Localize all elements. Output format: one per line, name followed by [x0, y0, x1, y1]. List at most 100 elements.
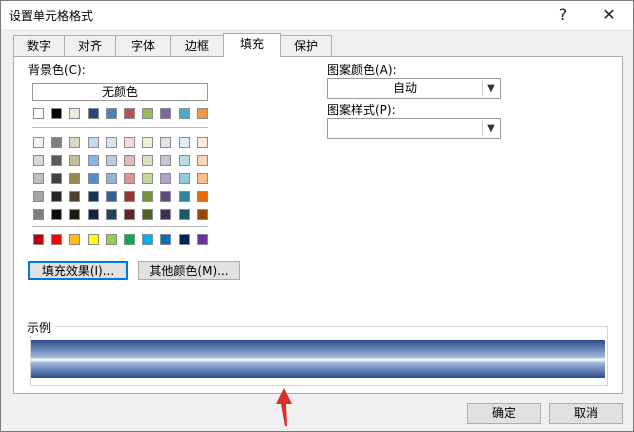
red-arrow-annotation — [276, 388, 292, 426]
tint-color-swatch[interactable] — [160, 191, 172, 202]
standard-color-swatch[interactable] — [196, 234, 208, 245]
tint-color-swatch[interactable] — [51, 137, 63, 148]
tint-color-swatch[interactable] — [178, 209, 190, 220]
theme-color-swatch[interactable] — [33, 108, 44, 119]
pattern-color-label: 图案颜色(A): — [327, 63, 397, 77]
tint-color-swatch[interactable] — [69, 191, 81, 202]
theme-color-swatch[interactable] — [178, 108, 190, 119]
title-bar: 设置单元格格式 ? ✕ — [1, 1, 633, 29]
tint-color-swatch[interactable] — [142, 191, 154, 202]
tint-color-swatch[interactable] — [51, 173, 63, 184]
standard-color-swatch[interactable] — [51, 234, 63, 245]
help-button[interactable]: ? — [543, 1, 583, 29]
theme-color-swatch[interactable] — [51, 108, 63, 119]
tint-color-swatch[interactable] — [87, 209, 99, 220]
tint-color-swatch[interactable] — [142, 173, 154, 184]
tint-color-swatch[interactable] — [142, 137, 154, 148]
theme-color-swatch[interactable] — [196, 108, 208, 119]
tint-color-swatch[interactable] — [178, 173, 190, 184]
tint-color-swatch[interactable] — [87, 173, 99, 184]
tint-color-swatch[interactable] — [196, 155, 208, 166]
ok-button[interactable]: 确定 — [467, 403, 541, 424]
tint-color-swatch[interactable] — [87, 155, 99, 166]
tint-color-swatch[interactable] — [105, 137, 117, 148]
standard-color-swatch[interactable] — [160, 234, 172, 245]
sample-label: 示例 — [24, 319, 55, 336]
format-cells-dialog: 设置单元格格式 ? ✕ 数字 对齐 字体 边框 填充 保护 背景色(C): 无颜… — [0, 0, 634, 432]
theme-color-swatch[interactable] — [160, 108, 172, 119]
tab-protection[interactable]: 保护 — [280, 35, 332, 56]
tint-color-swatch[interactable] — [69, 155, 81, 166]
tint-color-swatch[interactable] — [196, 209, 208, 220]
tint-color-swatch[interactable] — [105, 191, 117, 202]
tint-color-swatch[interactable] — [51, 155, 63, 166]
tint-color-swatch[interactable] — [196, 173, 208, 184]
tint-color-swatch[interactable] — [160, 173, 172, 184]
close-button[interactable]: ✕ — [589, 1, 629, 29]
tint-color-swatch[interactable] — [160, 155, 172, 166]
pattern-color-select[interactable]: 自动 ▼ — [327, 78, 501, 99]
cancel-button[interactable]: 取消 — [549, 403, 623, 424]
tint-color-swatch[interactable] — [51, 209, 63, 220]
pattern-style-select[interactable]: ▼ — [327, 118, 501, 139]
tab-border[interactable]: 边框 — [170, 35, 224, 56]
tab-font[interactable]: 字体 — [115, 35, 171, 56]
tint-color-swatch[interactable] — [69, 137, 81, 148]
tint-color-swatch[interactable] — [33, 173, 44, 184]
theme-color-swatch[interactable] — [105, 108, 117, 119]
chevron-down-icon[interactable]: ▼ — [482, 80, 499, 97]
dialog-title: 设置单元格格式 — [9, 9, 94, 23]
tint-color-swatch[interactable] — [160, 209, 172, 220]
standard-color-swatch[interactable] — [142, 234, 154, 245]
tint-color-swatch[interactable] — [178, 191, 190, 202]
tab-number[interactable]: 数字 — [13, 35, 65, 56]
palette-divider — [32, 226, 208, 227]
tint-color-swatch[interactable] — [105, 209, 117, 220]
sample-preview — [31, 340, 605, 378]
fill-effects-button[interactable]: 填充效果(I)... — [28, 261, 128, 280]
tint-color-swatch[interactable] — [124, 155, 135, 166]
pattern-color-value: 自动 — [392, 81, 417, 95]
tint-color-swatch[interactable] — [69, 209, 81, 220]
tint-color-swatch[interactable] — [196, 137, 208, 148]
tint-color-swatch[interactable] — [69, 173, 81, 184]
tint-color-swatch[interactable] — [87, 137, 99, 148]
standard-color-swatch[interactable] — [178, 234, 190, 245]
theme-color-swatch[interactable] — [87, 108, 99, 119]
background-color-label: 背景色(C): — [28, 63, 86, 77]
theme-color-swatch[interactable] — [69, 108, 81, 119]
tint-color-swatch[interactable] — [124, 137, 135, 148]
tint-color-swatch[interactable] — [142, 209, 154, 220]
pattern-style-label: 图案样式(P): — [327, 103, 396, 117]
no-color-button[interactable]: 无颜色 — [32, 83, 208, 101]
tint-color-swatch[interactable] — [160, 137, 172, 148]
tint-color-swatch[interactable] — [87, 191, 99, 202]
tint-color-swatch[interactable] — [105, 155, 117, 166]
tint-color-swatch[interactable] — [33, 209, 44, 220]
tint-color-swatch[interactable] — [33, 137, 44, 148]
tint-color-swatch[interactable] — [196, 191, 208, 202]
standard-color-swatch[interactable] — [33, 234, 44, 245]
tint-color-swatch[interactable] — [51, 191, 63, 202]
tab-fill[interactable]: 填充 — [223, 33, 281, 57]
theme-color-swatch[interactable] — [142, 108, 154, 119]
tint-color-swatch[interactable] — [124, 191, 135, 202]
theme-color-swatch[interactable] — [124, 108, 135, 119]
standard-color-swatch[interactable] — [87, 234, 99, 245]
tint-color-swatch[interactable] — [124, 209, 135, 220]
tint-color-swatch[interactable] — [124, 173, 135, 184]
tint-color-swatch[interactable] — [178, 155, 190, 166]
tint-color-swatch[interactable] — [33, 155, 44, 166]
tint-color-swatch[interactable] — [178, 137, 190, 148]
tint-color-swatch[interactable] — [142, 155, 154, 166]
tab-alignment[interactable]: 对齐 — [64, 35, 116, 56]
more-colors-button[interactable]: 其他颜色(M)... — [138, 261, 240, 280]
standard-color-swatch[interactable] — [105, 234, 117, 245]
tint-color-swatch[interactable] — [33, 191, 44, 202]
chevron-down-icon[interactable]: ▼ — [482, 120, 499, 137]
palette-divider — [32, 127, 208, 128]
standard-color-swatch[interactable] — [124, 234, 135, 245]
standard-color-swatch[interactable] — [69, 234, 81, 245]
fill-panel: 背景色(C): 无颜色 填充效果(I)... 其他颜色(M)... 图案颜色(A… — [13, 56, 623, 394]
tint-color-swatch[interactable] — [105, 173, 117, 184]
